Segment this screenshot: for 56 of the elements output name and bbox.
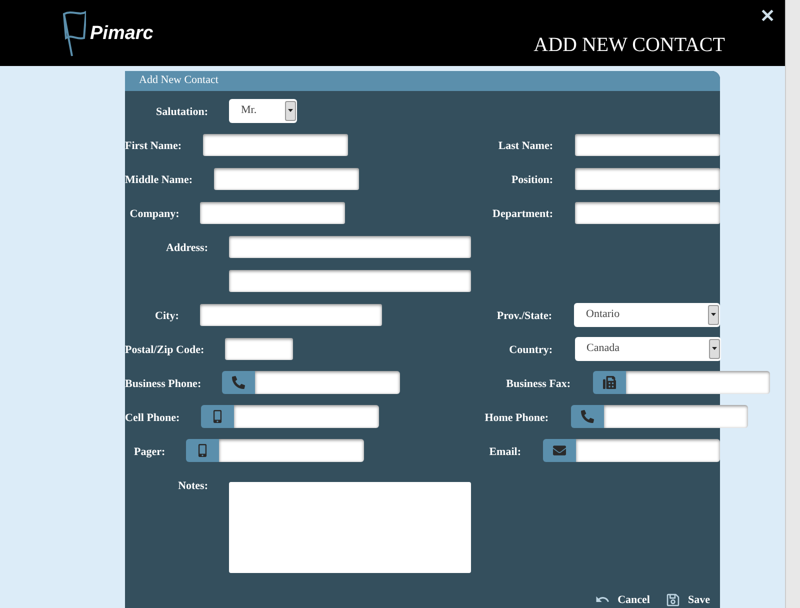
field-label: Address: [166, 240, 208, 256]
phone-field[interactable] [222, 370, 400, 394]
dropdown[interactable]: Canada [574, 336, 721, 360]
phone-field[interactable] [186, 438, 364, 462]
text-field[interactable] [214, 168, 359, 190]
phone-field[interactable] [570, 404, 748, 428]
field-label: Position: [511, 172, 553, 188]
telephone-icon [232, 376, 246, 388]
field-label: Business Fax: [506, 376, 571, 392]
field-label: Home Phone: [484, 410, 549, 426]
field-label: Prov./State: [496, 308, 552, 324]
cancel-button[interactable]: Cancel [594, 592, 650, 608]
envelope-icon [553, 444, 566, 456]
dropdown[interactable]: Ontario [574, 302, 720, 326]
flag-logo-icon [62, 10, 86, 58]
dropdown-value: Canada [586, 341, 620, 356]
text-field[interactable] [229, 236, 471, 258]
mobile-phone-icon [196, 444, 210, 456]
field-label: Last Name: [498, 138, 553, 154]
field-label: Postal/Zip Code: [125, 342, 204, 358]
field-label: Notes: [178, 478, 208, 494]
dropdown[interactable]: Mr. [229, 98, 297, 122]
dropdown-value: Ontario [586, 307, 620, 322]
save-button[interactable]: Save [666, 592, 710, 608]
text-field[interactable] [229, 270, 471, 292]
field-label: Company: [130, 206, 180, 222]
phone-field[interactable] [592, 370, 770, 394]
mobile-phone-icon [210, 410, 224, 422]
text-field[interactable] [575, 168, 720, 190]
field-label: First Name: [125, 138, 182, 154]
close-button[interactable]: ✕ [760, 3, 775, 30]
field-label: Middle Name: [125, 172, 193, 188]
field-label: Email: [489, 444, 521, 460]
field-label: City: [155, 308, 179, 324]
panel-title: Add New Contact [139, 73, 218, 88]
text-field[interactable] [575, 134, 720, 156]
text-field[interactable] [200, 202, 346, 224]
fax-icon [602, 376, 616, 388]
field-label: Country: [509, 342, 553, 358]
text-field[interactable] [225, 338, 294, 360]
field-label: Department: [492, 206, 553, 222]
phone-field[interactable] [543, 438, 720, 462]
dropdown-value: Mr. [241, 103, 257, 118]
notes-field[interactable] [229, 482, 471, 572]
field-label: Cell Phone: [125, 410, 180, 426]
text-field[interactable] [202, 134, 348, 156]
field-label: Business Phone: [125, 376, 202, 392]
text-field[interactable] [575, 202, 720, 224]
telephone-icon [580, 410, 594, 422]
text-field[interactable] [200, 304, 382, 326]
scrollbar[interactable] [785, 0, 800, 608]
logo-text: Pimarc [90, 22, 154, 46]
page-title: ADD NEW CONTACT [534, 33, 725, 58]
field-label: Salutation: [156, 104, 208, 120]
field-label: Pager: [134, 444, 166, 460]
phone-field[interactable] [200, 404, 379, 428]
